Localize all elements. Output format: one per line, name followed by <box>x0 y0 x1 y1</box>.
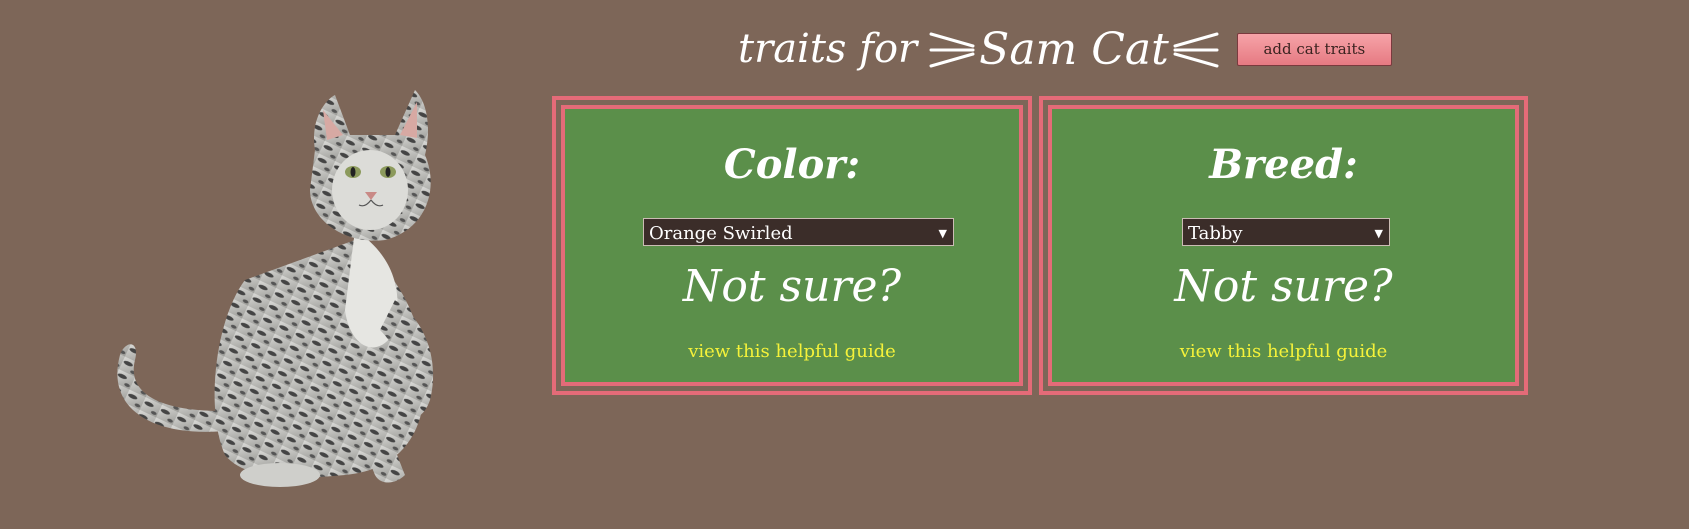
color-guide-link[interactable]: view this helpful guide <box>565 341 1019 362</box>
breed-not-sure: Not sure? <box>1174 261 1393 312</box>
add-cat-traits-button[interactable]: add cat traits <box>1236 32 1392 66</box>
breed-guide-link[interactable]: view this helpful guide <box>1052 341 1515 362</box>
whiskers-left-icon <box>927 24 977 74</box>
color-select[interactable]: Orange Swirled ▼ <box>643 218 954 246</box>
color-panel-inner: Color: Orange Swirled ▼ Not sure? view t… <box>561 105 1023 386</box>
breed-select[interactable]: Tabby ▼ <box>1182 218 1390 246</box>
color-heading: Color: <box>723 141 861 188</box>
breed-select-value: Tabby <box>1188 222 1243 244</box>
page-header: traits for Sam Cat add cat traits <box>738 14 1392 84</box>
breed-panel-inner: Breed: Tabby ▼ Not sure? view this helpf… <box>1048 105 1519 386</box>
breed-heading: Breed: <box>1209 141 1358 188</box>
color-select-value: Orange Swirled <box>649 222 793 244</box>
title-prefix: traits for <box>738 26 918 72</box>
dropdown-arrow-icon: ▼ <box>1374 226 1383 240</box>
color-panel: Color: Orange Swirled ▼ Not sure? view t… <box>552 96 1032 395</box>
dropdown-arrow-icon: ▼ <box>938 226 947 240</box>
breed-panel: Breed: Tabby ▼ Not sure? view this helpf… <box>1039 96 1528 395</box>
cat-image <box>95 80 475 520</box>
cat-name: Sam Cat <box>979 23 1169 75</box>
whiskers-right-icon <box>1171 24 1221 74</box>
color-not-sure: Not sure? <box>682 261 902 312</box>
